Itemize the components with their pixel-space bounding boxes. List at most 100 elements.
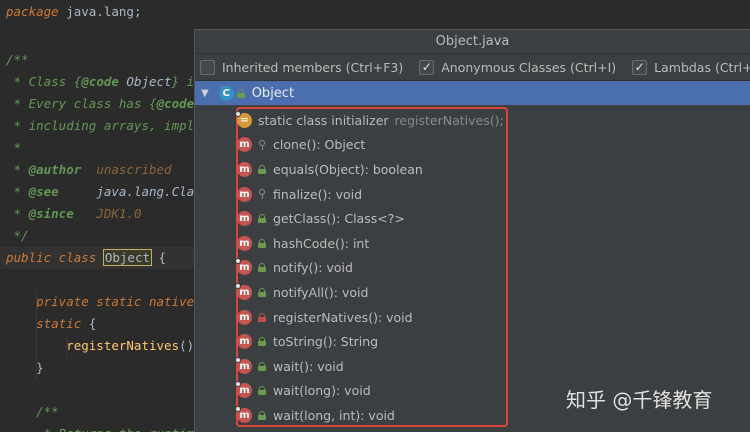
code-line[interactable]: */ bbox=[0, 225, 29, 247]
member-item[interactable]: m registerNatives(): void bbox=[237, 305, 413, 330]
member-item[interactable]: m wait(long, int): void bbox=[235, 403, 395, 428]
icon-letter: m bbox=[239, 163, 250, 175]
member-item[interactable]: m clone(): Object bbox=[237, 133, 366, 158]
member-item[interactable]: m toString(): String bbox=[237, 329, 379, 354]
indent-guide bbox=[36, 290, 37, 380]
code-line[interactable]: registerNatives() bbox=[0, 335, 194, 357]
code-token: @author bbox=[28, 162, 82, 177]
option-checkbox-1[interactable]: ✓ Anonymous Classes (Ctrl+I) bbox=[419, 59, 616, 75]
final-marker-icon bbox=[235, 356, 241, 363]
method-icon: m bbox=[235, 381, 252, 399]
code-line[interactable]: private static native bbox=[0, 291, 194, 313]
option-checkbox-2[interactable]: ✓ Lambdas (Ctrl+L) bbox=[632, 59, 750, 75]
code-token: Object bbox=[118, 74, 172, 89]
protected-access-icon bbox=[258, 139, 266, 150]
icon-letter: m bbox=[239, 188, 250, 200]
icon-letter: m bbox=[239, 360, 250, 372]
code-line[interactable]: /** bbox=[0, 401, 59, 423]
icon-letter: m bbox=[239, 286, 250, 298]
code-line[interactable]: * bbox=[0, 137, 22, 159]
code-line[interactable]: * @see java.lang.Cla bbox=[0, 181, 195, 203]
icon-letter: m bbox=[239, 336, 250, 348]
icon-letter: m bbox=[239, 262, 250, 274]
member-item[interactable]: m hashCode(): int bbox=[237, 231, 369, 256]
member-item[interactable]: = static class initializer registerNatives… bbox=[235, 108, 504, 133]
final-marker-icon bbox=[235, 282, 241, 289]
method-icon: m bbox=[237, 235, 252, 251]
class-icon: C bbox=[218, 85, 234, 101]
method-icon: m bbox=[237, 334, 252, 350]
code-token: registerNatives bbox=[6, 338, 180, 353]
code-token: () bbox=[179, 338, 195, 353]
method-icon: m bbox=[237, 161, 252, 177]
indent-guide bbox=[66, 334, 67, 356]
member-item[interactable]: m wait(long): void bbox=[235, 379, 371, 404]
member-item[interactable]: m getClass(): Class<?> bbox=[237, 206, 405, 231]
code-token: { bbox=[81, 316, 97, 331]
icon-letter: m bbox=[239, 139, 250, 151]
tree-root-object[interactable]: ▼ C Object bbox=[195, 81, 750, 105]
icon-letter: m bbox=[239, 213, 250, 225]
public-access-icon bbox=[258, 287, 266, 297]
member-item[interactable]: m wait(): void bbox=[235, 354, 344, 379]
member-label: clone(): Object bbox=[273, 137, 366, 153]
code-line[interactable]: * Every class has {@code bbox=[0, 93, 195, 115]
code-line[interactable] bbox=[0, 379, 6, 401]
final-marker-icon bbox=[235, 110, 241, 117]
member-label: wait(): void bbox=[273, 358, 344, 374]
method-icon: m bbox=[235, 282, 252, 300]
member-item[interactable]: m finalize(): void bbox=[237, 182, 362, 207]
checkmark-icon[interactable]: ✓ bbox=[419, 59, 435, 75]
code-line[interactable]: * including arrays, impl bbox=[0, 115, 195, 137]
method-icon: m bbox=[235, 258, 252, 276]
expand-triangle-icon[interactable]: ▼ bbox=[201, 88, 209, 99]
option-checkbox-0[interactable]: Inherited members (Ctrl+F3) bbox=[200, 59, 404, 75]
code-token: { bbox=[151, 250, 167, 265]
code-token: * Class { bbox=[6, 74, 82, 89]
code-token: * bbox=[6, 140, 22, 155]
code-token: @code bbox=[156, 96, 195, 111]
icon-letter: m bbox=[239, 311, 250, 323]
icon-letter: = bbox=[240, 114, 249, 126]
code-line[interactable]: * Class {@code Object} i bbox=[0, 71, 195, 93]
icon-letter: m bbox=[239, 237, 250, 249]
public-access-icon bbox=[258, 214, 266, 224]
code-line[interactable]: /** bbox=[0, 49, 29, 71]
member-item[interactable]: m equals(Object): boolean bbox=[237, 157, 423, 182]
code-token: * including arrays, impl bbox=[6, 118, 195, 133]
code-token: unascribed bbox=[81, 162, 172, 177]
highlighted-members-outline: = static class initializer registerNatives… bbox=[235, 107, 508, 428]
public-access-icon bbox=[258, 410, 266, 420]
code-token: * bbox=[6, 162, 29, 177]
member-label: toString(): String bbox=[273, 334, 379, 350]
code-token: package bbox=[6, 4, 59, 19]
checkbox-empty-icon[interactable] bbox=[200, 59, 215, 75]
option-label: Lambdas (Ctrl+L) bbox=[654, 59, 750, 75]
code-line[interactable]: static { bbox=[0, 313, 96, 335]
popup-title: Object.java bbox=[195, 30, 750, 54]
option-label: Inherited members (Ctrl+F3) bbox=[222, 59, 404, 75]
member-label: notifyAll(): void bbox=[273, 284, 369, 300]
member-item[interactable]: m notifyAll(): void bbox=[235, 280, 369, 305]
code-line[interactable]: * Returns the runtim bbox=[0, 423, 195, 432]
method-icon: m bbox=[237, 309, 252, 325]
code-token: * bbox=[6, 206, 29, 221]
checkmark-icon[interactable]: ✓ bbox=[632, 59, 648, 75]
member-label: equals(Object): boolean bbox=[273, 161, 423, 177]
code-token: static bbox=[6, 316, 82, 331]
public-access-icon bbox=[258, 361, 266, 371]
member-label: static class initializer bbox=[258, 112, 389, 128]
code-token: JDK1.0 bbox=[73, 206, 142, 221]
public-access-icon bbox=[258, 238, 266, 248]
code-token: */ bbox=[6, 228, 29, 243]
protected-access-icon bbox=[258, 189, 266, 200]
code-line[interactable]: * @author unascribed bbox=[0, 159, 172, 181]
watermark: 知乎 @千锋教育 bbox=[566, 388, 713, 412]
code-line[interactable] bbox=[0, 269, 6, 291]
code-line[interactable]: * @since JDK1.0 bbox=[0, 203, 142, 225]
code-line[interactable]: } bbox=[0, 357, 44, 379]
private-access-icon bbox=[258, 312, 266, 322]
code-line[interactable]: package java.lang; bbox=[0, 1, 141, 23]
code-token: public class bbox=[6, 250, 104, 265]
member-item[interactable]: m notify(): void bbox=[235, 256, 353, 281]
